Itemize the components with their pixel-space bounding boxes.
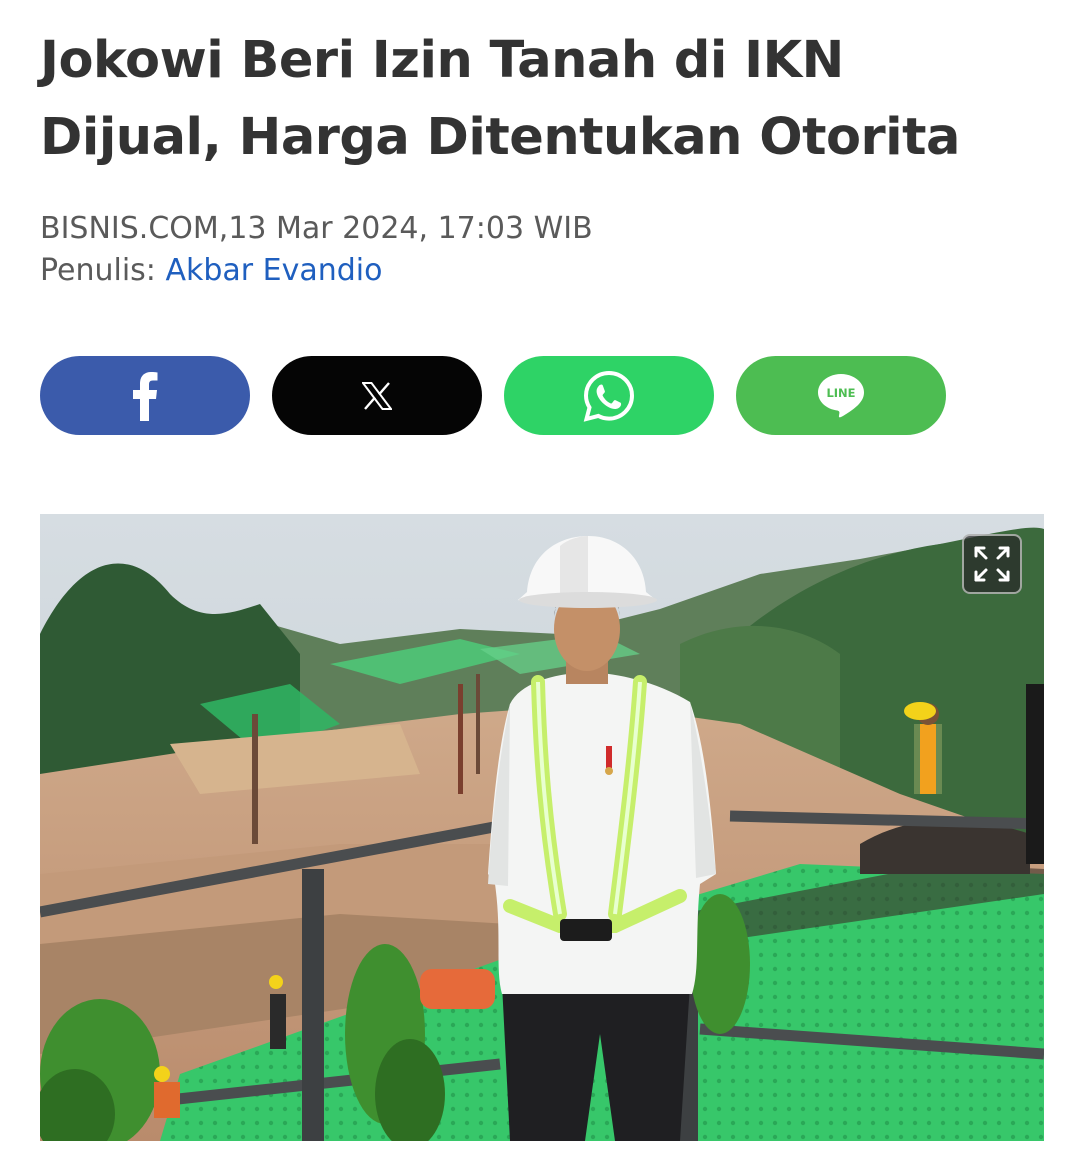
share-whatsapp-button[interactable] (504, 356, 714, 435)
facebook-icon (133, 371, 158, 421)
expand-icon (974, 546, 1010, 582)
source-datetime: BISNIS.COM,13 Mar 2024, 17:03 WIB (40, 211, 593, 246)
expand-image-button[interactable] (962, 534, 1022, 594)
hero-photo[interactable] (40, 514, 1044, 1141)
line-icon-text: LINE (826, 386, 855, 400)
headline: Jokowi Beri Izin Tanah di IKN Dijual, Har… (40, 0, 1044, 176)
article: Jokowi Beri Izin Tanah di IKN Dijual, Har… (40, 0, 1044, 1141)
whatsapp-icon (583, 370, 635, 422)
author-label: Penulis: (40, 253, 166, 288)
author-line: Penulis: Akbar Evandio (40, 250, 593, 292)
share-x-button[interactable] (272, 356, 482, 435)
line-icon: LINE (818, 373, 864, 417)
article-meta: BISNIS.COM,13 Mar 2024, 17:03 WIB Penuli… (40, 208, 593, 292)
headline-line-2: Dijual, Harga Ditentukan Otorita (40, 108, 960, 167)
x-logo-icon (362, 381, 392, 410)
share-facebook-button[interactable] (40, 356, 250, 435)
share-line-button[interactable]: LINE (736, 356, 946, 435)
hero-photo-illustration (40, 514, 1044, 1141)
author-link[interactable]: Akbar Evandio (165, 253, 382, 288)
headline-line-1: Jokowi Beri Izin Tanah di IKN (40, 31, 844, 90)
share-bar: LINE (40, 356, 946, 435)
